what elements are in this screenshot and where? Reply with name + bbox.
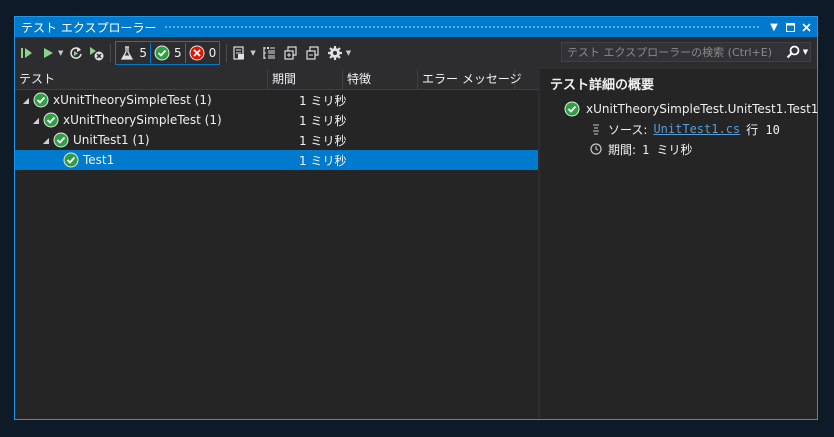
run-dropdown-icon[interactable]: ▼ [58, 49, 63, 57]
test-list-pane: テスト 期間 特徴 エラー メッセージ ◢ xUnitTheorySimpleT… [15, 69, 538, 419]
expand-all-button[interactable] [283, 43, 299, 63]
test-row[interactable]: ◢ xUnitTheorySimpleTest (1) 1 ミリ秒 [15, 90, 538, 110]
flask-icon [121, 46, 134, 60]
test-row[interactable]: ◢ xUnitTheorySimpleTest (1) 1 ミリ秒 [15, 110, 538, 130]
group-by-button[interactable] [261, 43, 277, 63]
run-all-icon [21, 48, 32, 58]
detail-test-name: xUnitTheorySimpleTest.UnitTest1.Test1 [586, 102, 819, 116]
duration-value: 1 ミリ秒 [642, 142, 693, 157]
title-bar[interactable]: テスト エクスプローラー ▼ [15, 17, 817, 37]
all-tests-count: 5 [139, 46, 148, 60]
settings-dropdown-icon[interactable]: ▼ [346, 49, 351, 57]
test-duration: 1 ミリ秒 [299, 93, 347, 108]
expand-all-icon [284, 46, 297, 60]
toolbar: ▼ 5 5 0 ▼ ▼ テスト エクスプローラーの検索 (Ctrl+E) ▼ [15, 37, 817, 69]
test-name: xUnitTheorySimpleTest (1) [63, 113, 222, 127]
search-icon [786, 45, 800, 59]
toolbar-separator [110, 44, 112, 62]
test-duration: 1 ミリ秒 [299, 133, 347, 148]
passed-icon [53, 132, 69, 148]
passed-tests-count: 5 [174, 46, 182, 60]
expand-toggle-icon[interactable]: ◢ [21, 96, 31, 105]
test-name: xUnitTheorySimpleTest (1) [53, 93, 212, 107]
passed-icon [43, 112, 59, 128]
play-icon [44, 48, 53, 58]
group-by-icon [263, 47, 275, 59]
collapse-all-button[interactable] [305, 43, 321, 63]
window-title: テスト エクスプローラー [21, 20, 157, 35]
source-line: 行 10 [746, 122, 780, 137]
detail-test-name-row: xUnitTheorySimpleTest.UnitTest1.Test1 [550, 99, 819, 119]
test-detail-pane: テスト詳細の概要 xUnitTheorySimpleTest.UnitTest1… [540, 69, 819, 419]
playlist-button[interactable] [231, 43, 247, 63]
source-file-link[interactable]: UnitTest1.cs [653, 122, 740, 136]
close-icon[interactable] [799, 19, 813, 35]
repeat-last-run-button[interactable] [68, 43, 84, 63]
gear-icon [327, 46, 342, 60]
column-header-error-message[interactable]: エラー メッセージ [418, 69, 522, 89]
search-input[interactable] [562, 44, 784, 60]
test-name: UnitTest1 (1) [73, 133, 150, 147]
test-duration: 1 ミリ秒 [299, 153, 347, 168]
filter-all-tests[interactable]: 5 [116, 43, 152, 63]
column-header-traits[interactable]: 特徴 [343, 69, 418, 89]
test-explorer-window: テスト エクスプローラー ▼ ▼ 5 5 0 ▼ ▼ テスト エクスプローラーの… [14, 16, 818, 420]
detail-summary-title: テスト詳細の概要 [550, 78, 655, 93]
source-label: ソース: [608, 122, 648, 137]
repeat-icon [70, 47, 83, 59]
playlist-dropdown-icon[interactable]: ▼ [250, 49, 255, 57]
window-menu-dropdown-icon[interactable]: ▼ [767, 19, 781, 35]
maximize-icon[interactable] [783, 19, 797, 35]
run-button[interactable] [41, 43, 55, 63]
failed-icon [189, 45, 205, 61]
duration-label: 期間: [608, 142, 637, 157]
expand-toggle-icon[interactable]: ◢ [31, 116, 41, 125]
settings-button[interactable] [327, 43, 343, 63]
test-name: Test1 [83, 153, 115, 167]
cancel-run-icon [90, 47, 104, 61]
failed-tests-count: 0 [208, 46, 217, 60]
search-box[interactable]: ▼ [561, 42, 811, 62]
column-header-duration[interactable]: 期間 [268, 69, 343, 89]
detail-source-row: ソース: UnitTest1.cs 行 10 [550, 119, 817, 139]
passed-icon [33, 92, 49, 108]
collapse-all-icon [306, 46, 319, 60]
test-duration: 1 ミリ秒 [299, 113, 347, 128]
cancel-run-button[interactable] [88, 43, 104, 63]
search-button[interactable]: ▼ [784, 45, 810, 59]
passed-icon [564, 101, 580, 117]
filter-passed-tests[interactable]: 5 [151, 43, 186, 63]
filter-failed-tests[interactable]: 0 [186, 43, 220, 63]
test-row-selected[interactable]: Test1 1 ミリ秒 [15, 150, 538, 170]
title-grip[interactable] [164, 24, 759, 30]
test-row[interactable]: ◢ UnitTest1 (1) 1 ミリ秒 [15, 130, 538, 150]
search-dropdown-icon[interactable]: ▼ [803, 48, 808, 56]
passed-icon [154, 45, 170, 61]
detail-duration-row: 期間: 1 ミリ秒 [550, 139, 817, 159]
source-file-icon [593, 124, 599, 135]
clock-icon [590, 143, 602, 155]
filter-group: 5 5 0 [115, 41, 221, 65]
expand-toggle-icon[interactable]: ◢ [41, 136, 51, 145]
toolbar-separator [226, 44, 228, 62]
column-header-test[interactable]: テスト [15, 69, 268, 89]
playlist-icon [233, 46, 245, 60]
run-all-button[interactable] [19, 43, 35, 63]
column-header-row: テスト 期間 特徴 エラー メッセージ [15, 69, 538, 90]
passed-icon [63, 152, 79, 168]
